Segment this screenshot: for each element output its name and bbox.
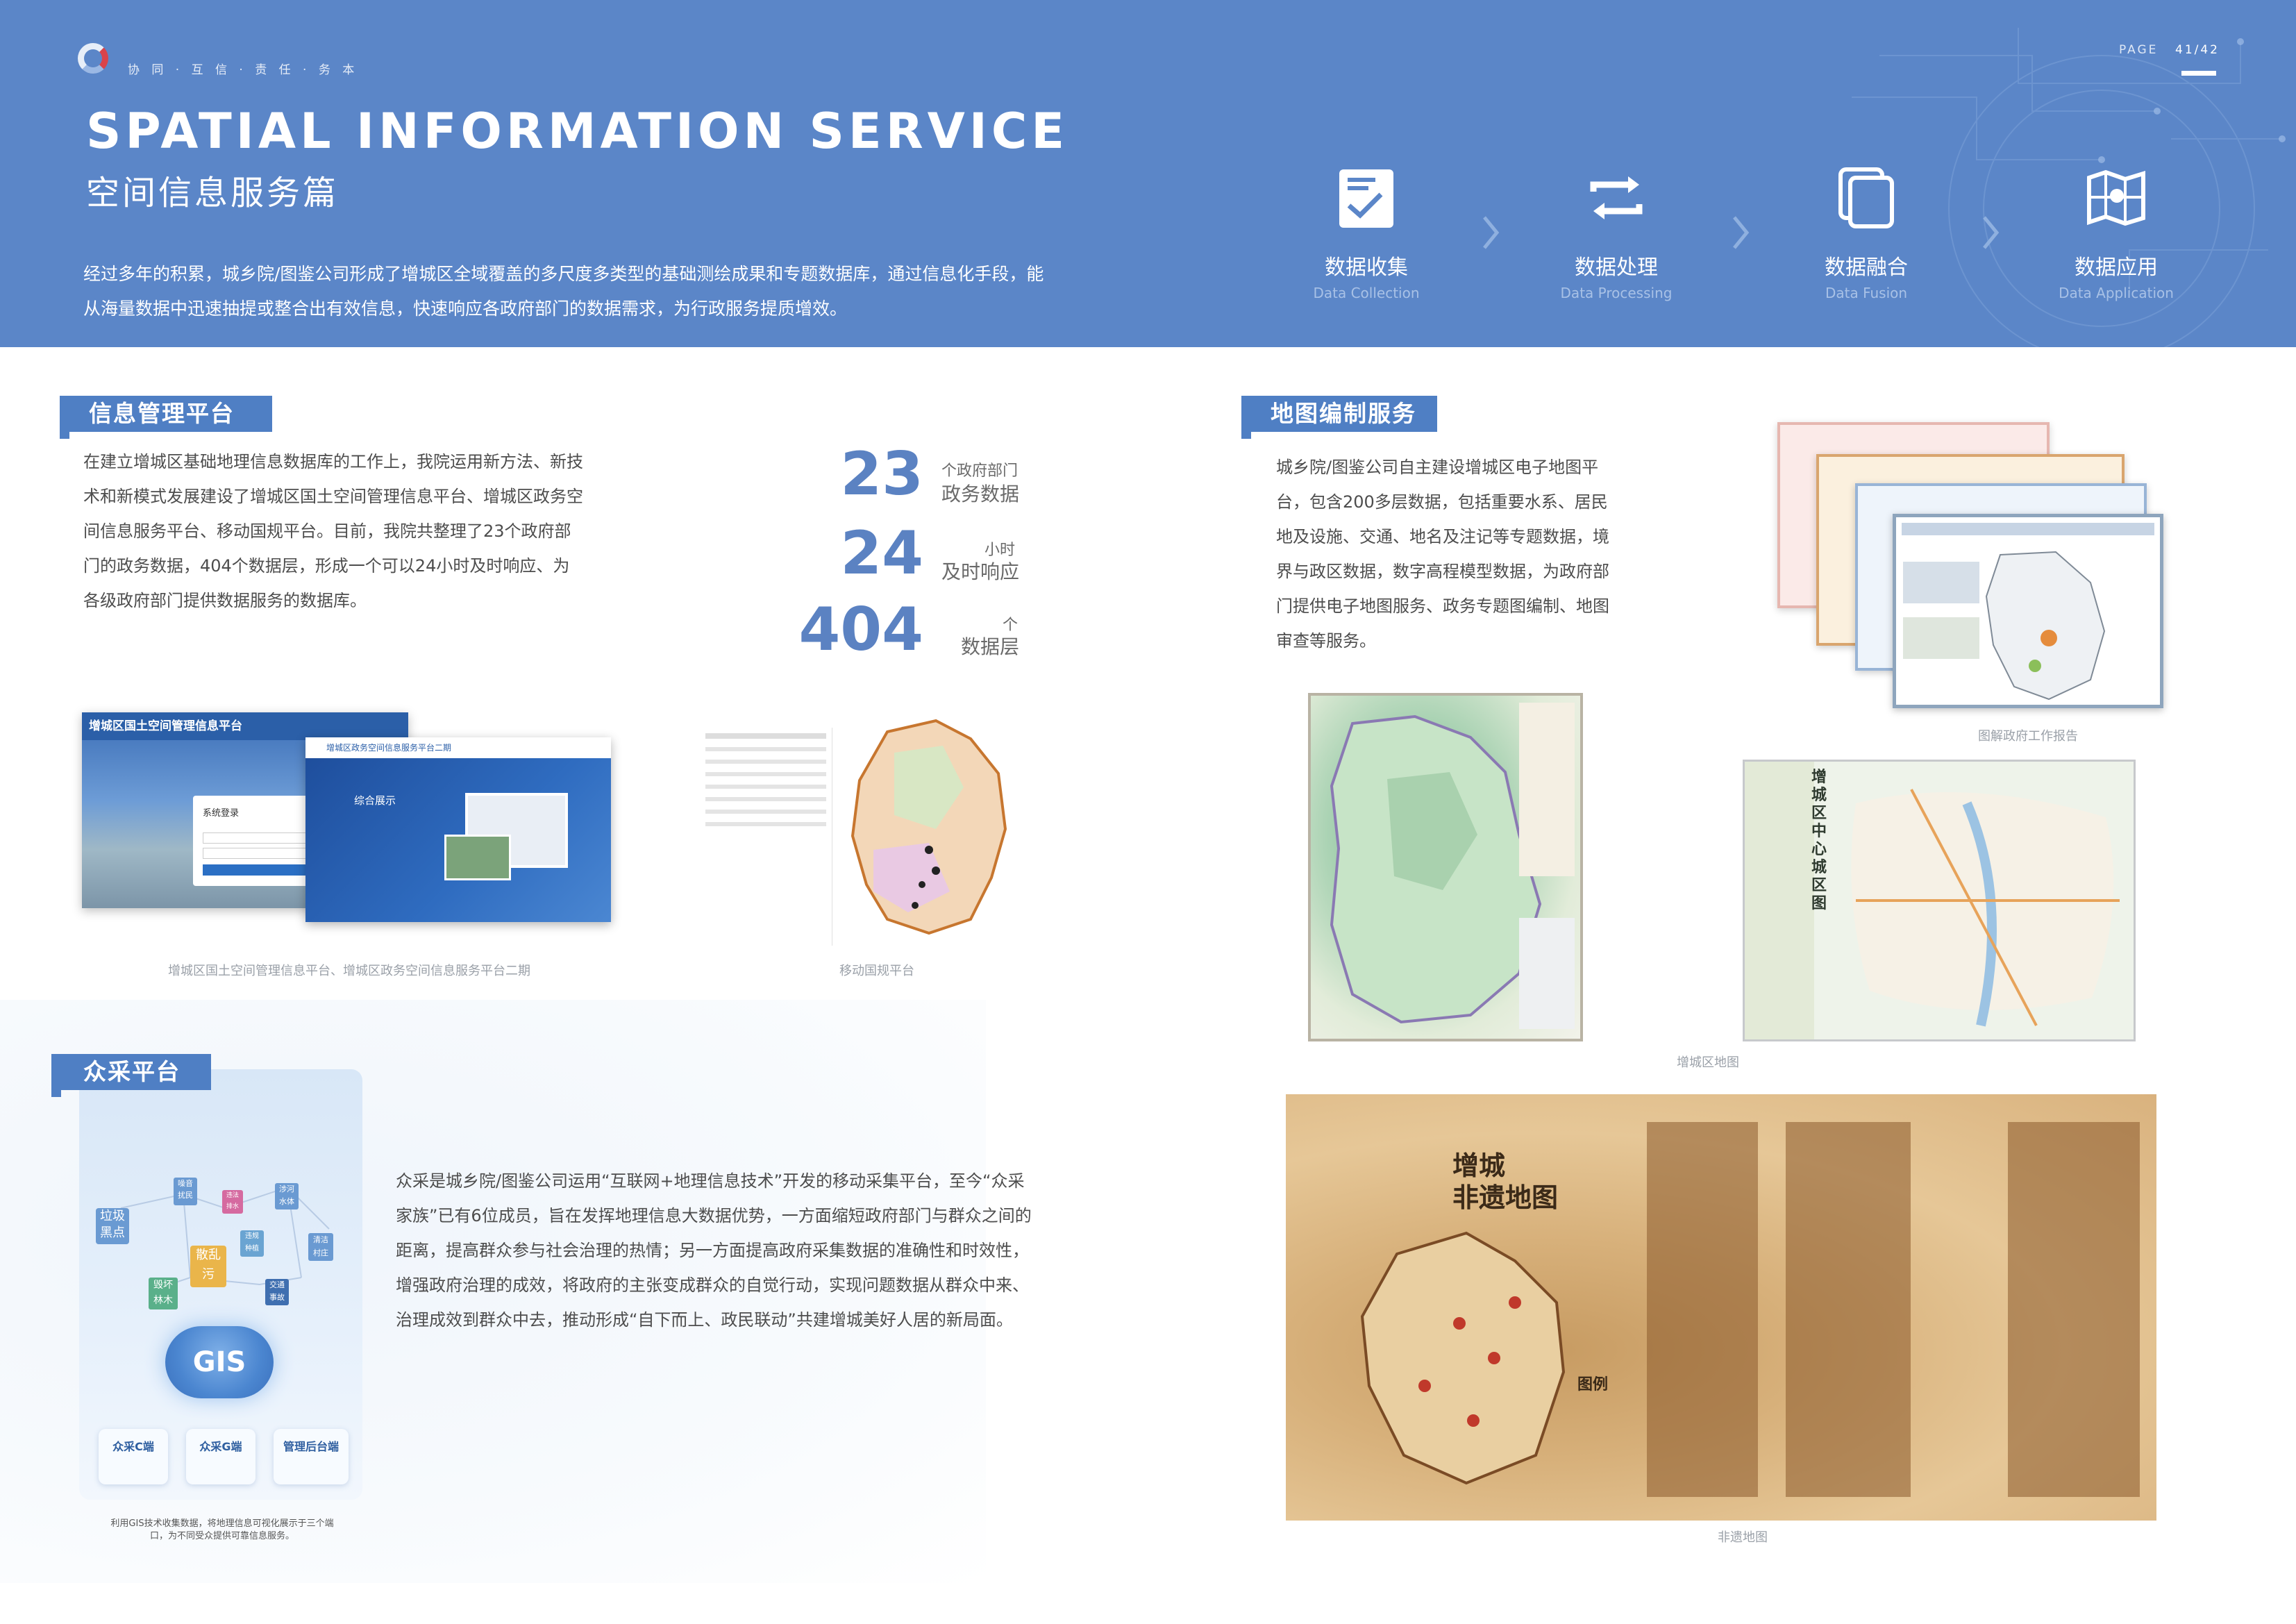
heritage-map-graphic xyxy=(1360,1122,2140,1497)
screenshot-mobile-platform xyxy=(700,711,1014,946)
section-label-crowd-platform: 众采平台 xyxy=(51,1054,211,1097)
mobile-map-graphic xyxy=(850,719,1007,935)
terminal-admin: 管理后台端 xyxy=(274,1429,349,1484)
stat-label: 及时响应 xyxy=(941,560,1020,583)
node-forest: 毁坏 林木 xyxy=(149,1278,178,1309)
node-village: 清洁 村庄 xyxy=(308,1233,333,1261)
section-title: 信息管理平台 xyxy=(89,400,235,427)
heritage-map-image: 增城 非遗地图 图例 xyxy=(1286,1094,2156,1521)
caption-mobile-platform: 移动国规平台 xyxy=(839,964,914,978)
chevron-right-icon xyxy=(1983,216,2000,249)
report-map-graphic xyxy=(1903,551,2106,701)
page-title-en: SPATIAL INFORMATION SERVICE xyxy=(86,103,1069,160)
step-data-fusion: 数据融合 Data Fusion xyxy=(1762,165,1970,347)
section-label-info-platform: 信息管理平台 xyxy=(60,396,272,439)
step-data-processing: 数据处理 Data Processing xyxy=(1512,165,1720,347)
node-pollution: 散乱污 xyxy=(190,1246,226,1287)
info-platform-text: 在建立增城区基础地理信息数据库的工作上，我院运用新方法、新技术和新模式发展建设了… xyxy=(83,452,583,610)
screenshot-gov-platform: 增城区政务空间信息服务平台二期 综合展示 xyxy=(305,737,611,922)
district-map-image xyxy=(1308,693,1583,1041)
section-title: 地图编制服务 xyxy=(1271,400,1416,427)
stat-label: 数据层 xyxy=(961,635,1020,658)
center-city-map-image: 增城区中心城区图 xyxy=(1743,760,2136,1041)
terminal-label: 管理后台端 xyxy=(283,1440,339,1453)
gis-cloud-icon: GIS xyxy=(165,1326,274,1398)
caption-platform-screens: 增城区国土空间管理信息平台、增城区政务空间信息服务平台二期 xyxy=(168,964,530,978)
cycle-arrows-icon xyxy=(1590,176,1643,219)
page-title-cn: 空间信息服务篇 xyxy=(86,174,340,212)
step-label-en: Data Processing xyxy=(1560,285,1673,301)
step-label-cn: 数据收集 xyxy=(1325,256,1408,280)
layers-icon xyxy=(1838,167,1894,228)
step-label-cn: 数据应用 xyxy=(2075,256,2158,280)
chevron-right-icon xyxy=(1483,216,1500,249)
gis-label: GIS xyxy=(192,1346,246,1378)
motto: 协 同 · 互 信 · 责 任 · 务 本 xyxy=(128,63,359,77)
crowd-caption: 利用GIS技术收集数据，将地理信息可视化展示于三个端口，为不同受众提供可靠信息服… xyxy=(110,1518,334,1541)
login-title: 系统登录 xyxy=(203,808,240,819)
node-planting: 违规 种植 xyxy=(240,1230,264,1257)
node-garbage: 垃圾 黑点 xyxy=(96,1208,129,1244)
map-service-text: 城乡院/图鉴公司自主建设增城区电子地图平台，包含200多层数据，包括重要水系、居… xyxy=(1276,458,1609,651)
company-logo xyxy=(78,43,108,74)
page-number: 41/42 xyxy=(2175,43,2220,57)
node-noise: 噪音 扰民 xyxy=(174,1178,197,1205)
center-map-graphic xyxy=(1851,789,2120,1027)
page-label: PAGE xyxy=(2119,43,2159,57)
caption-district-map: 增城区地图 xyxy=(1677,1055,1739,1070)
section-title: 众采平台 xyxy=(83,1058,181,1085)
stat-value: 23 xyxy=(840,440,923,509)
report-sheet-front xyxy=(1893,514,2163,708)
center-map-sidebar xyxy=(1745,762,1814,1039)
stat-label: 政务数据 xyxy=(941,483,1020,505)
terminal-g: 众采G端 xyxy=(186,1429,255,1484)
heritage-legend-title: 图例 xyxy=(1577,1376,1609,1393)
stat-unit: 个政府部门 xyxy=(941,462,1019,480)
screen-title: 增城区政务空间信息服务平台二期 xyxy=(305,737,611,758)
checklist-icon xyxy=(1339,169,1393,228)
stat-value: 24 xyxy=(840,519,923,588)
step-label-en: Data Collection xyxy=(1313,285,1420,301)
step-data-application: 数据应用 Data Application xyxy=(2012,165,2220,347)
caption-heritage-map: 非遗地图 xyxy=(1718,1530,1768,1545)
node-drain: 违法 排水 xyxy=(222,1190,243,1214)
node-traffic: 交通 事故 xyxy=(265,1279,289,1305)
page-indicator-bar xyxy=(2181,71,2216,76)
step-label-en: Data Fusion xyxy=(1825,285,1908,301)
terminal-label: 众采G端 xyxy=(199,1440,242,1453)
step-data-collection: 数据收集 Data Collection xyxy=(1262,165,1470,347)
node-river: 涉河 水体 xyxy=(275,1183,299,1209)
caption-reports: 图解政府工作报告 xyxy=(1978,729,2078,744)
section-label-map-service: 地图编制服务 xyxy=(1241,396,1437,439)
crowd-diagram-panel: 垃圾 黑点 噪音 扰民 违法 排水 涉河 水体 散乱污 违规 种植 清洁 村庄 毁坏 林木 交… xyxy=(79,1069,362,1500)
step-label-cn: 数据融合 xyxy=(1825,256,1908,280)
district-map-graphic xyxy=(1330,703,1575,1029)
step-label-cn: 数据处理 xyxy=(1575,256,1658,280)
step-label-en: Data Application xyxy=(2059,285,2174,301)
intro-text: 经过多年的积累，城乡院/图鉴公司形成了增城区全域覆盖的多尺度多类型的基础测绘成果… xyxy=(83,264,1044,319)
map-icon xyxy=(2087,169,2145,226)
chevron-right-icon xyxy=(1733,216,1750,249)
stat-value: 404 xyxy=(798,595,923,664)
screen-heading: 综合展示 xyxy=(354,794,396,807)
terminal-c: 众采C端 xyxy=(99,1429,168,1484)
screen-map-preview xyxy=(444,835,511,880)
header-banner: 协 同 · 互 信 · 责 任 · 务 本 PAGE 41/42 SPATIAL… xyxy=(0,0,2296,347)
mobile-layer-panel xyxy=(700,728,832,946)
login-box: 系统登录 xyxy=(193,796,318,886)
screen-title: 增城区国土空间管理信息平台 xyxy=(82,712,408,740)
crowd-platform-text: 众采是城乡院/图鉴公司运用“互联网+地理信息技术”开发的移动采集平台，至今“众采… xyxy=(396,1171,1032,1330)
terminal-label: 众采C端 xyxy=(112,1440,154,1453)
